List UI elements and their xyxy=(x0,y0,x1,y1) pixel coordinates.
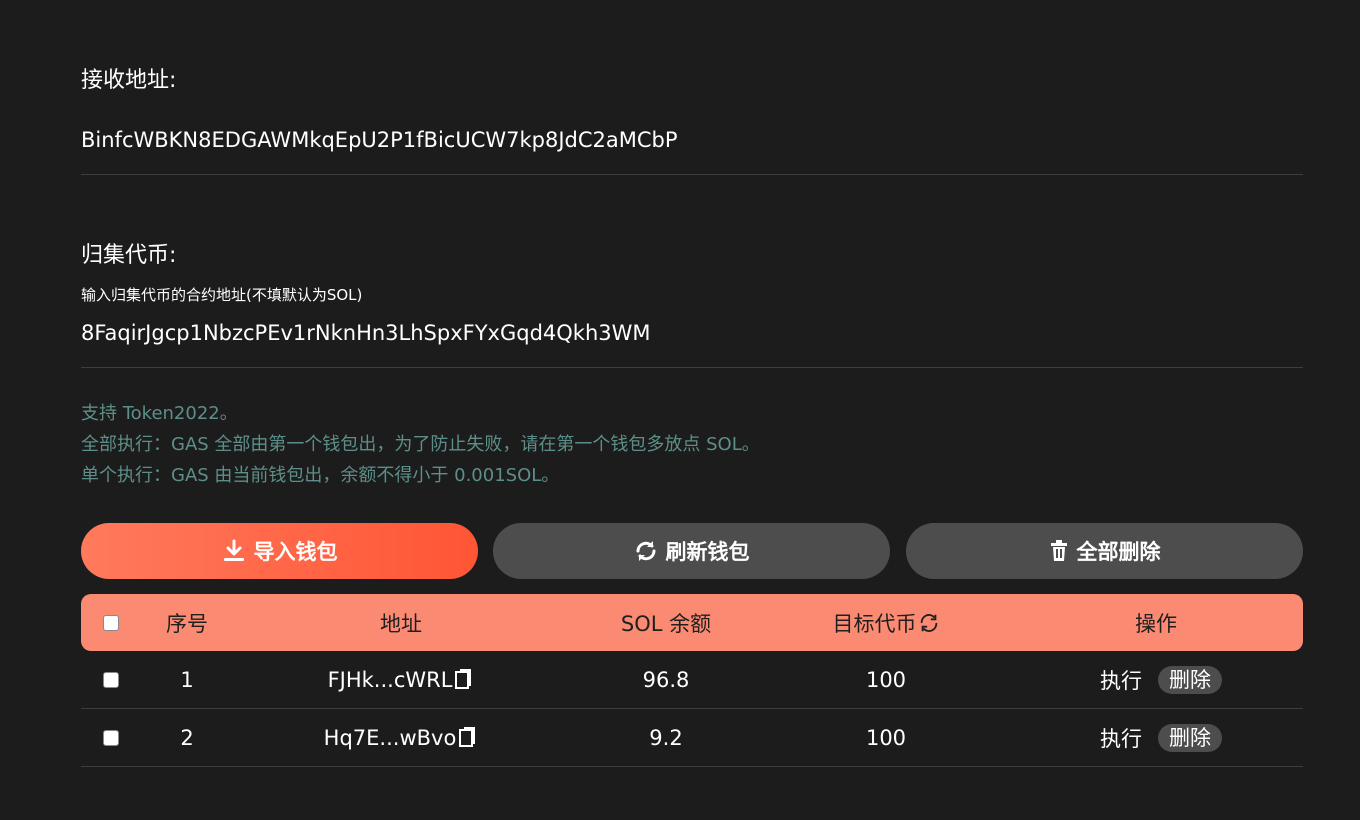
trash-icon xyxy=(1049,540,1069,562)
import-wallet-label: 导入钱包 xyxy=(253,540,338,564)
receive-address-input[interactable]: BinfcWBKN8EDGAWMkqEpU2P1fBicUCW7kp8JdC2a… xyxy=(81,128,678,152)
select-all-checkbox[interactable] xyxy=(103,614,119,631)
row-actions: 执行 删除 xyxy=(1081,651,1241,708)
select-all-cell xyxy=(99,594,123,651)
row-index: 2 xyxy=(180,725,194,750)
note-token2022: 支持 Token2022。 xyxy=(81,403,238,424)
note-execute-single: 单个执行：GAS 由当前钱包出，余额不得小于 0.001SOL。 xyxy=(81,465,560,486)
copy-icon[interactable] xyxy=(454,668,474,692)
copy-icon[interactable] xyxy=(458,726,478,750)
table-row: 2 Hq7E...wBvo 9.2 100 执行 删除 xyxy=(81,709,1303,767)
token-contract-underline xyxy=(81,367,1303,368)
row-checkbox[interactable] xyxy=(103,729,119,746)
import-wallet-button[interactable]: 导入钱包 xyxy=(81,523,478,579)
row-index: 1 xyxy=(180,667,194,692)
receive-address-label: 接收地址: xyxy=(81,68,177,93)
row-target-token: 100 xyxy=(865,667,907,692)
execute-button[interactable]: 执行 xyxy=(1100,665,1142,695)
token-label: 归集代币: xyxy=(81,243,177,268)
header-sol-balance: SOL 余额 xyxy=(620,611,712,636)
row-address: Hq7E...wBvo xyxy=(323,725,457,750)
row-select-cell xyxy=(99,651,123,708)
refresh-wallet-label: 刷新钱包 xyxy=(665,540,750,564)
row-select-cell xyxy=(99,709,123,766)
row-address-cell: FJHk...cWRL xyxy=(291,651,511,708)
header-target-token-cell: 目标代币 xyxy=(806,594,966,651)
refresh-wallet-button[interactable]: 刷新钱包 xyxy=(493,523,890,579)
delete-button[interactable]: 删除 xyxy=(1158,665,1222,694)
header-target-token: 目标代币 xyxy=(832,611,917,636)
row-checkbox[interactable] xyxy=(103,671,119,688)
table-row: 1 FJHk...cWRL 96.8 100 执行 删除 xyxy=(81,651,1303,709)
delete-all-label: 全部删除 xyxy=(1076,540,1161,564)
row-address-cell: Hq7E...wBvo xyxy=(291,709,511,766)
receive-address-underline xyxy=(81,174,1303,175)
download-icon xyxy=(222,539,246,563)
token-hint: 输入归集代币的合约地址(不填默认为SOL) xyxy=(81,286,363,304)
execute-button[interactable]: 执行 xyxy=(1100,723,1142,753)
refresh-icon xyxy=(634,539,658,563)
header-actions: 操作 xyxy=(1135,611,1177,636)
row-sol-balance: 96.8 xyxy=(642,667,690,692)
token-contract-input[interactable]: 8FaqirJgcp1NbzcPEv1rNknHn3LhSpxFYxGqd4Qk… xyxy=(81,321,651,345)
delete-all-button[interactable]: 全部删除 xyxy=(906,523,1303,579)
row-sol-balance: 9.2 xyxy=(649,725,683,750)
row-actions: 执行 删除 xyxy=(1081,709,1241,766)
note-execute-all: 全部执行：GAS 全部由第一个钱包出，为了防止失败，请在第一个钱包多放点 SOL… xyxy=(81,434,760,455)
row-address: FJHk...cWRL xyxy=(327,667,453,692)
header-address: 地址 xyxy=(380,611,422,636)
delete-button[interactable]: 删除 xyxy=(1158,723,1222,752)
table-header: 序号 地址 SOL 余额 目标代币 操作 xyxy=(81,594,1303,651)
header-index: 序号 xyxy=(166,611,208,636)
refresh-target-token-icon[interactable] xyxy=(918,612,940,634)
row-target-token: 100 xyxy=(865,725,907,750)
